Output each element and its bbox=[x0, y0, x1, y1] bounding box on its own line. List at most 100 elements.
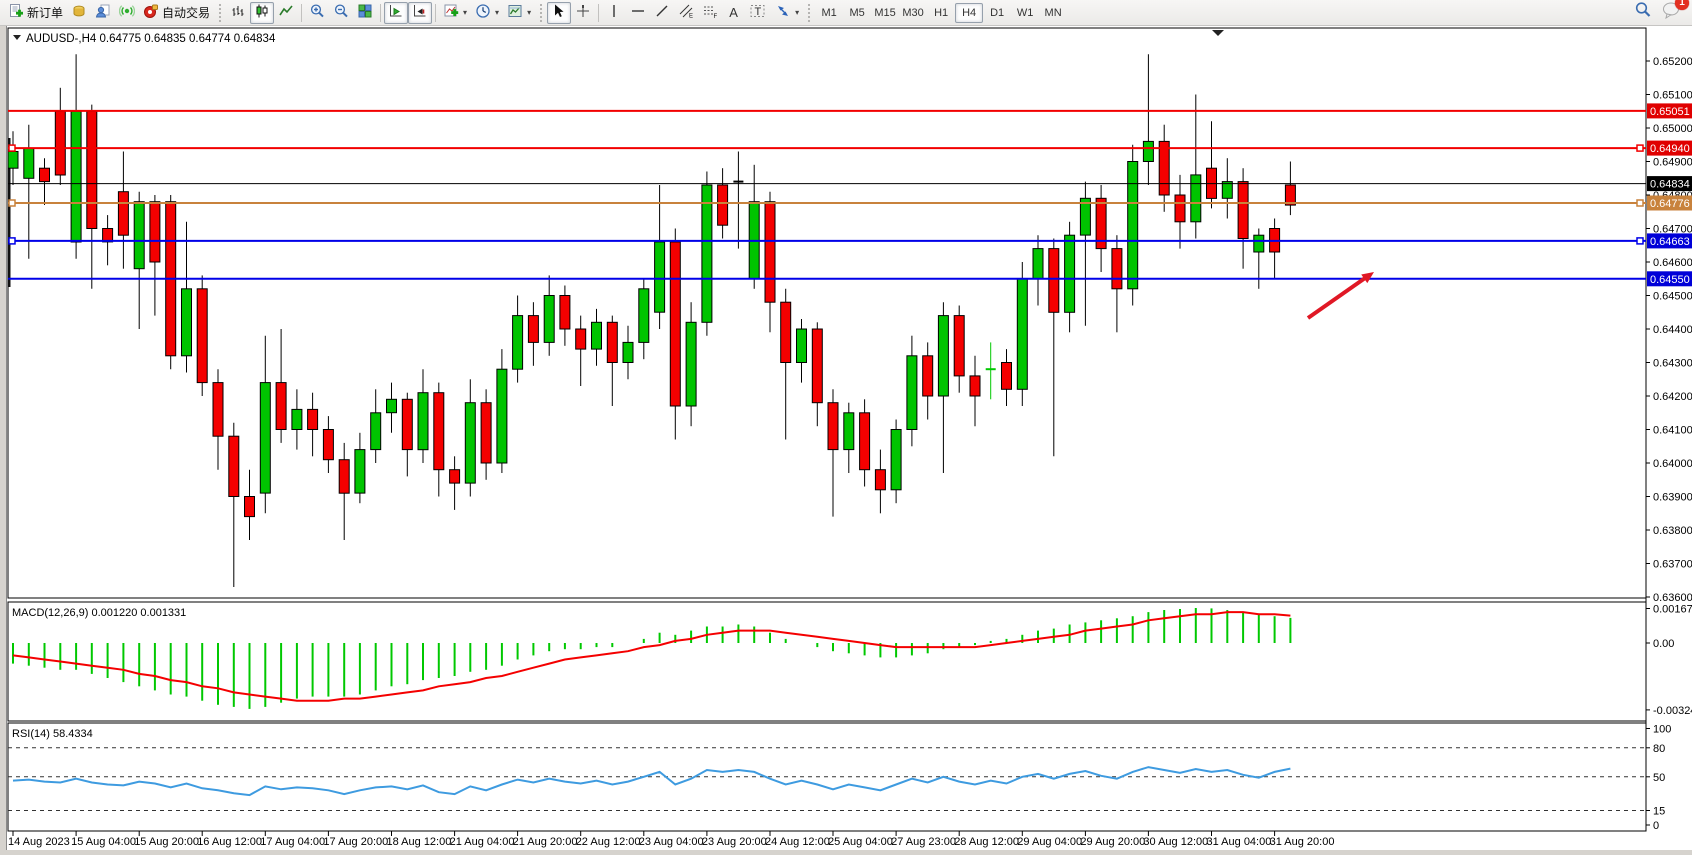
svg-text:0.63900: 0.63900 bbox=[1653, 492, 1692, 504]
vertical-line-icon bbox=[606, 3, 622, 22]
line-handle[interactable] bbox=[1637, 145, 1643, 151]
timeframe-buttons: M1M5M15M30H1H4D1W1MN bbox=[815, 3, 1067, 23]
zoom-out-button[interactable] bbox=[329, 2, 353, 24]
svg-text:0.64000: 0.64000 bbox=[1653, 458, 1692, 470]
text-tool-button[interactable]: A bbox=[722, 2, 745, 24]
equidistant-channel-icon: E bbox=[678, 3, 694, 22]
new-order-label: 新订单 bbox=[27, 4, 63, 21]
crosshair-tool-button[interactable] bbox=[571, 2, 595, 24]
label-tool-button[interactable]: T bbox=[745, 2, 771, 24]
svg-text:F: F bbox=[714, 14, 718, 19]
chart-window[interactable]: 0.652000.651000.650000.649000.648000.647… bbox=[0, 26, 1692, 855]
svg-text:0.64600: 0.64600 bbox=[1653, 257, 1692, 269]
bar-chart-type-button[interactable] bbox=[226, 2, 250, 24]
timeframe-mn-button[interactable]: MN bbox=[1039, 3, 1067, 23]
price-badge-0.64776: 0.64776 bbox=[1647, 196, 1692, 211]
tile-windows-icon bbox=[357, 3, 373, 22]
line-handle[interactable] bbox=[1637, 238, 1643, 244]
time-label: 31 Aug 20:00 bbox=[1270, 836, 1335, 848]
cursor-tool-button[interactable] bbox=[547, 2, 571, 24]
macd-pane[interactable] bbox=[8, 602, 1646, 721]
svg-text:0.63700: 0.63700 bbox=[1653, 559, 1692, 571]
line-handle[interactable] bbox=[1637, 200, 1643, 206]
time-label: 29 Aug 04:00 bbox=[1017, 836, 1082, 848]
timeframe-h1-button[interactable]: H1 bbox=[927, 3, 955, 23]
horizontal-line-icon bbox=[630, 3, 646, 22]
auto-trading-button[interactable]: 自动交易 bbox=[139, 2, 214, 24]
svg-text:0.64200: 0.64200 bbox=[1653, 391, 1692, 403]
timeframe-h4-button[interactable]: H4 bbox=[955, 3, 983, 23]
search-icon[interactable] bbox=[1634, 1, 1652, 24]
price-badge-0.64550: 0.64550 bbox=[1647, 271, 1692, 286]
auto-trading-icon bbox=[143, 3, 159, 22]
indicators-caret-icon: ▾ bbox=[463, 8, 467, 17]
svg-text:15: 15 bbox=[1653, 806, 1665, 818]
notifications-button[interactable]: 1 bbox=[1662, 1, 1682, 24]
gold-box-icon bbox=[71, 3, 87, 22]
time-label: 17 Aug 20:00 bbox=[323, 836, 388, 848]
svg-text:0.64400: 0.64400 bbox=[1653, 324, 1692, 336]
time-label: 31 Aug 04:00 bbox=[1207, 836, 1272, 848]
arrows-tool-button[interactable]: ▾ bbox=[771, 2, 803, 24]
channel-tool-button[interactable]: E bbox=[674, 2, 698, 24]
line-chart-type-button[interactable] bbox=[274, 2, 298, 24]
macd-label: MACD(12,26,9) 0.001220 0.001331 bbox=[12, 607, 186, 619]
chart-shift-button[interactable] bbox=[408, 2, 432, 24]
time-label: 25 Aug 04:00 bbox=[828, 836, 893, 848]
time-label: 29 Aug 20:00 bbox=[1080, 836, 1145, 848]
signals-button[interactable] bbox=[115, 2, 139, 24]
line-chart-icon bbox=[278, 3, 294, 22]
text-tool-icon: A bbox=[729, 5, 738, 20]
timeframe-d1-button[interactable]: D1 bbox=[983, 3, 1011, 23]
timeframe-m5-button[interactable]: M5 bbox=[843, 3, 871, 23]
svg-text:0.64834: 0.64834 bbox=[1650, 179, 1690, 191]
fibonacci-tool-button[interactable]: F bbox=[698, 2, 722, 24]
trendline-tool-button[interactable] bbox=[650, 2, 674, 24]
new-order-button[interactable]: 新订单 bbox=[4, 2, 67, 24]
time-label: 14 Aug 2023 bbox=[8, 836, 70, 848]
time-label: 21 Aug 20:00 bbox=[513, 836, 578, 848]
candlestick-icon bbox=[254, 3, 270, 22]
svg-text:0.64900: 0.64900 bbox=[1653, 157, 1692, 169]
time-label: 21 Aug 04:00 bbox=[450, 836, 515, 848]
vertical-line-tool-button[interactable] bbox=[602, 2, 626, 24]
indicators-button[interactable]: ▾ bbox=[439, 2, 471, 24]
toolbar-grip[interactable] bbox=[219, 4, 222, 22]
chart-title: AUDUSD-,H4 0.64775 0.64835 0.64774 0.648… bbox=[13, 33, 276, 45]
person-icon bbox=[95, 3, 111, 22]
time-label: 15 Aug 04:00 bbox=[71, 836, 136, 848]
templates-icon bbox=[507, 3, 523, 22]
svg-text:50: 50 bbox=[1653, 772, 1665, 784]
time-label: 30 Aug 12:00 bbox=[1143, 836, 1208, 848]
timeframe-m1-button[interactable]: M1 bbox=[815, 3, 843, 23]
zoom-in-button[interactable] bbox=[305, 2, 329, 24]
chart-canvas[interactable]: 0.652000.651000.650000.649000.648000.647… bbox=[0, 26, 1692, 855]
time-axis: 14 Aug 202315 Aug 04:0015 Aug 20:0016 Au… bbox=[8, 831, 1334, 848]
svg-text:0.64100: 0.64100 bbox=[1653, 425, 1692, 437]
line-handle[interactable] bbox=[9, 145, 15, 151]
templates-button[interactable]: ▾ bbox=[503, 2, 535, 24]
svg-text:0.65200: 0.65200 bbox=[1653, 56, 1692, 68]
main-toolbar: 新订单 自动交易 ▾ ▾ bbox=[0, 0, 1692, 26]
periods-button[interactable]: ▾ bbox=[471, 2, 503, 24]
window-bottom-edge bbox=[0, 850, 1692, 855]
time-label: 27 Aug 23:00 bbox=[891, 836, 956, 848]
line-handle[interactable] bbox=[9, 238, 15, 244]
periods-caret-icon: ▾ bbox=[495, 8, 499, 17]
timeframe-m15-button[interactable]: M15 bbox=[871, 3, 899, 23]
terminal-button[interactable] bbox=[67, 2, 91, 24]
candlestick-chart-type-button[interactable] bbox=[250, 2, 274, 24]
timeframe-w1-button[interactable]: W1 bbox=[1011, 3, 1039, 23]
tile-windows-button[interactable] bbox=[353, 2, 377, 24]
line-handle[interactable] bbox=[9, 200, 15, 206]
price-badge-0.64940: 0.64940 bbox=[1647, 141, 1692, 156]
timeframe-m30-button[interactable]: M30 bbox=[899, 3, 927, 23]
window-left-edge bbox=[0, 26, 6, 855]
time-label: 22 Aug 12:00 bbox=[576, 836, 641, 848]
horizontal-line-tool-button[interactable] bbox=[626, 2, 650, 24]
toolbar-grip[interactable] bbox=[540, 4, 543, 22]
toolbar-grip[interactable] bbox=[808, 4, 811, 22]
accounts-button[interactable] bbox=[91, 2, 115, 24]
auto-scroll-button[interactable] bbox=[384, 2, 408, 24]
svg-text:0.00: 0.00 bbox=[1653, 638, 1674, 650]
